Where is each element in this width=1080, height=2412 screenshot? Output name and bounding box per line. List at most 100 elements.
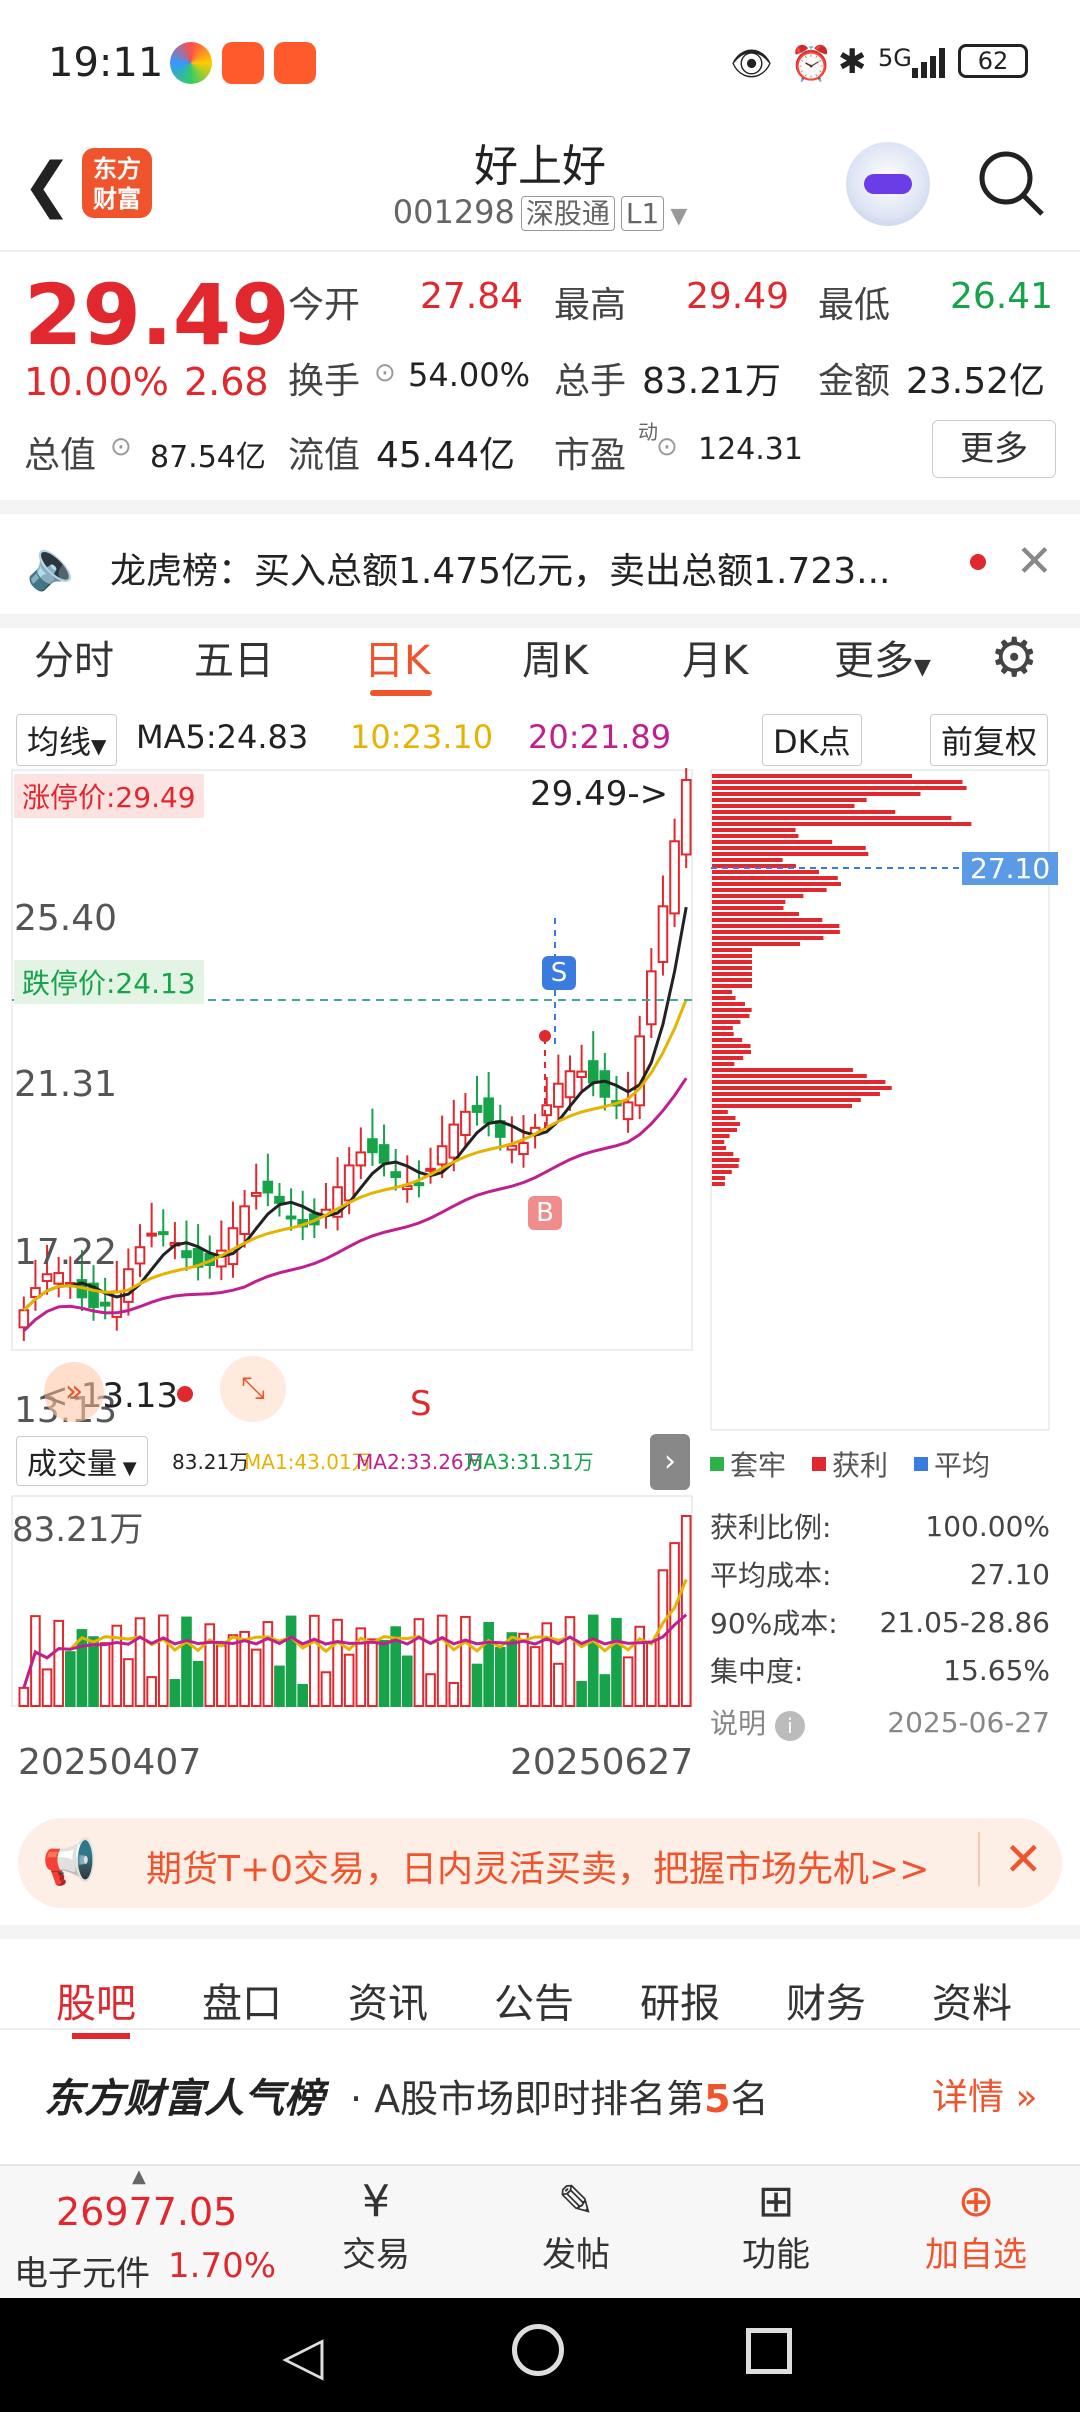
- chip-stat-row: 获利比例: 100.00%: [710, 1509, 1050, 1545]
- chip-bar: [712, 1176, 726, 1180]
- amount-label: 金额: [818, 361, 891, 402]
- robot-assistant-icon[interactable]: [846, 142, 930, 226]
- tab-daily-k[interactable]: 日K: [364, 628, 430, 686]
- info-icon[interactable]: ⊙: [374, 358, 396, 388]
- chip-note-row[interactable]: 说明 i 2025-06-27: [710, 1694, 1050, 1750]
- date-end: 20250627: [510, 1742, 694, 1783]
- volume-bar: [227, 1634, 239, 1707]
- tab-five-day[interactable]: 五日: [194, 628, 274, 686]
- volume-bar: [41, 1668, 53, 1707]
- info-icon[interactable]: ⊙: [656, 432, 678, 462]
- volume-bar: [64, 1651, 76, 1707]
- chip-bar: [712, 852, 869, 856]
- rank-detail-link[interactable]: 详情 »: [932, 2068, 1037, 2120]
- candle: [657, 905, 669, 963]
- ma-selector[interactable]: 均线▼: [16, 714, 118, 766]
- chip-bar: [712, 828, 796, 832]
- pe-value: 124.31: [698, 432, 803, 467]
- function-button[interactable]: ⊞ 功能: [716, 2176, 836, 2276]
- chip-bar: [712, 840, 833, 844]
- volume-bar: [460, 1615, 471, 1707]
- chip-bars: [712, 774, 972, 1186]
- chip-bar: [712, 1068, 853, 1072]
- chip-bar: [712, 822, 972, 826]
- index-value[interactable]: 26977.05: [56, 2190, 237, 2234]
- candle: [518, 1142, 529, 1156]
- b-signal-badge[interactable]: B: [528, 1196, 562, 1230]
- chip-bar: [712, 810, 896, 814]
- candle: [622, 1101, 634, 1121]
- volume-bar: [471, 1663, 483, 1708]
- tab-forum[interactable]: 股吧: [56, 1971, 136, 2029]
- tab-profile[interactable]: 资料: [932, 1971, 1012, 2029]
- close-icon[interactable]: ✕: [1016, 536, 1053, 587]
- info-icon[interactable]: ⊙: [110, 432, 132, 462]
- tab-orderbook[interactable]: 盘口: [202, 1971, 282, 2029]
- nav-recents-icon[interactable]: [746, 2328, 792, 2374]
- chip-bar: [712, 774, 912, 778]
- ma20-value: 20:21.89: [528, 718, 672, 756]
- volume-bar: [250, 1648, 262, 1707]
- tab-more[interactable]: 更多▼: [834, 628, 931, 686]
- chip-bar: [712, 978, 752, 982]
- chip-bar: [712, 1104, 853, 1108]
- tab-finance[interactable]: 财务: [786, 1971, 866, 2029]
- candle: [448, 1123, 460, 1159]
- chip-bar: [712, 1134, 730, 1138]
- chevron-down-icon: ▼: [670, 204, 688, 229]
- chip-bar: [712, 1074, 867, 1078]
- vol-ma3: MA3:31.31万: [466, 1450, 594, 1474]
- close-icon[interactable]: ✕: [978, 1832, 1043, 1886]
- ma5-value: MA5:24.83: [136, 718, 309, 756]
- nav-back-icon[interactable]: ◁: [282, 2324, 324, 2387]
- chip-bar: [712, 786, 967, 790]
- chip-bar: [712, 1098, 861, 1102]
- tab-intraday[interactable]: 分时: [34, 628, 114, 686]
- expand-icon[interactable]: ⤡: [220, 1356, 286, 1422]
- chip-bar: [712, 936, 824, 940]
- chevron-right-icon[interactable]: ›: [650, 1434, 690, 1490]
- chip-bar: [712, 906, 784, 910]
- gear-icon[interactable]: ⚙: [990, 626, 1038, 689]
- tab-weekly-k[interactable]: 周K: [522, 628, 588, 686]
- promo-banner[interactable]: 📢 期货T+0交易，日内灵活买卖，把握市场先机>> ✕: [18, 1818, 1062, 1908]
- more-button[interactable]: 更多: [932, 420, 1056, 478]
- candle: [634, 1035, 646, 1107]
- chip-bar: [712, 876, 838, 880]
- bottom-toolbar: ▲ 26977.05 电子元件 1.70% ¥ 交易 ✎ 发帖 ⊞ 功能 ⊕ 加自选: [0, 2164, 1080, 2300]
- chip-bar: [712, 1002, 745, 1006]
- volume-bar: [134, 1617, 146, 1707]
- chip-bar: [712, 1152, 734, 1156]
- chip-bar: [712, 1026, 733, 1030]
- chip-stat-row: 90%成本: 21.05-28.86: [710, 1605, 1050, 1641]
- volume-bar: [169, 1679, 181, 1707]
- volume-bar: [646, 1640, 657, 1708]
- tab-research[interactable]: 研报: [640, 1971, 720, 2029]
- tab-monthly-k[interactable]: 月K: [682, 628, 748, 686]
- popularity-rank[interactable]: 东方财富人气榜 · A股市场即时排名第5名 详情 »: [0, 2028, 1080, 2160]
- chip-stat-row: 平均成本: 27.10: [710, 1557, 1050, 1593]
- tab-news[interactable]: 资讯: [348, 1971, 428, 2029]
- post-button[interactable]: ✎ 发帖: [516, 2176, 636, 2276]
- adjust-selector[interactable]: 前复权: [930, 714, 1049, 766]
- volume-selector[interactable]: 成交量 ▼: [16, 1436, 148, 1486]
- double-chevron-icon[interactable]: »: [44, 1362, 104, 1422]
- info-icon: i: [774, 1711, 805, 1741]
- add-watchlist-button[interactable]: ⊕ 加自选: [916, 2176, 1036, 2276]
- trade-button[interactable]: ¥ 交易: [316, 2176, 436, 2276]
- volume-bar: [425, 1673, 436, 1707]
- search-icon[interactable]: [976, 148, 1046, 218]
- y-tick-label: 21.31: [14, 1064, 118, 1105]
- nav-home-icon[interactable]: [512, 2324, 564, 2376]
- chip-bar: [712, 1056, 744, 1060]
- chip-bar: [712, 870, 819, 874]
- dk-point-button[interactable]: DK点: [762, 714, 862, 766]
- s-signal-badge[interactable]: S: [542, 956, 576, 990]
- tab-announcement[interactable]: 公告: [494, 1971, 574, 2029]
- content-tabs: 股吧 盘口 资讯 公告 研报 财务 资料: [0, 1925, 1080, 2039]
- mcap-value: 87.54亿: [150, 440, 266, 475]
- chip-bar: [712, 798, 867, 802]
- notice-bar[interactable]: 🔈 龙虎榜：买入总额1.475亿元，卖出总额1.723... ✕: [0, 500, 1080, 628]
- volume-bar: [320, 1671, 332, 1707]
- battery-icon: 62: [958, 44, 1028, 78]
